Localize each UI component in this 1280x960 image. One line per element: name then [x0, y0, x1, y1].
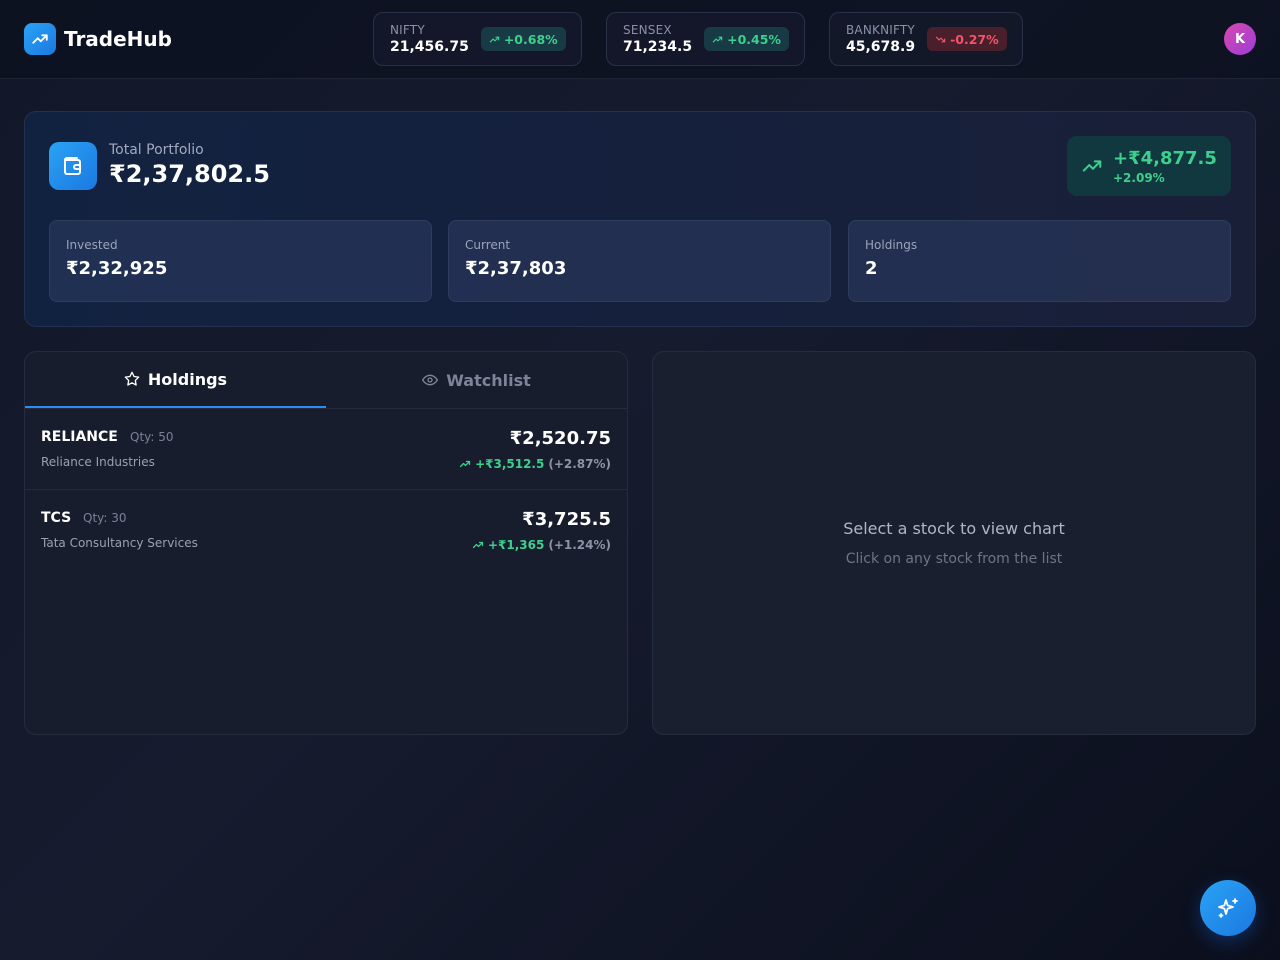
tab-holdings[interactable]: Holdings: [25, 352, 326, 408]
tab-watchlist[interactable]: Watchlist: [326, 352, 627, 408]
index-change: -0.27%: [950, 31, 999, 47]
brand-name: TradeHub: [64, 27, 172, 51]
portfolio-value: ₹2,37,802.5: [109, 160, 270, 188]
sparkles-icon: [1218, 898, 1238, 918]
avatar[interactable]: K: [1224, 23, 1256, 55]
stock-price: ₹2,520.75: [509, 428, 611, 449]
index-name: SENSEX: [623, 23, 672, 37]
stat-value: ₹2,37,803: [465, 258, 567, 279]
portfolio-gain-value: +₹4,877.5: [1113, 147, 1217, 169]
trending-up-icon: [1082, 160, 1102, 172]
index-name: BANKNIFTY: [846, 23, 915, 37]
trending-up-icon: [489, 36, 500, 42]
chart-panel: Select a stock to view chart Click on an…: [652, 351, 1256, 735]
top-header: TradeHub NIFTY 21,456.75 +0.68% SENSEX 7…: [0, 0, 1280, 79]
ai-assistant-button[interactable]: [1200, 880, 1256, 936]
wallet-icon: [49, 142, 97, 190]
chart-placeholder-subtitle: Click on any stock from the list: [845, 551, 1063, 567]
stat-value: ₹2,32,925: [66, 258, 168, 279]
stock-row-tcs[interactable]: TCS Qty: 30 Tata Consultancy Services ₹3…: [25, 490, 627, 571]
stock-change-percent: (+1.24%): [548, 538, 611, 552]
index-change: +0.68%: [503, 31, 558, 47]
trending-down-icon: [935, 36, 946, 42]
index-card-nifty[interactable]: NIFTY 21,456.75 +0.68%: [373, 12, 582, 66]
stock-quantity: Qty: 50: [130, 430, 174, 444]
stock-price: ₹3,725.5: [522, 509, 611, 530]
stat-card-holdings: Holdings 2: [848, 220, 1231, 302]
index-card-banknifty[interactable]: BANKNIFTY 45,678.9 -0.27%: [829, 12, 1023, 66]
stock-change: +₹3,512.5 (+2.87%): [459, 457, 611, 471]
tab-bar: Holdings Watchlist: [25, 352, 627, 409]
index-change-badge: -0.27%: [927, 27, 1007, 51]
index-change: +0.45%: [727, 31, 781, 47]
stat-card-invested: Invested ₹2,32,925: [49, 220, 432, 302]
stat-label: Holdings: [865, 238, 918, 252]
stock-quantity: Qty: 30: [83, 511, 127, 525]
tab-label: Watchlist: [446, 370, 531, 390]
stat-card-current: Current ₹2,37,803: [448, 220, 831, 302]
brand[interactable]: TradeHub: [24, 23, 172, 55]
stock-name: Reliance Industries: [41, 455, 155, 469]
index-card-sensex[interactable]: SENSEX 71,234.5 +0.45%: [606, 12, 805, 66]
stat-value: 2: [865, 258, 878, 279]
stock-row-reliance[interactable]: RELIANCE Qty: 50 Reliance Industries ₹2,…: [25, 409, 627, 490]
stat-label: Current: [465, 238, 511, 252]
tab-label: Holdings: [147, 369, 228, 389]
index-value: 21,456.75: [390, 39, 469, 55]
stock-change-percent: (+2.87%): [548, 457, 611, 471]
index-value: 45,678.9: [846, 39, 916, 55]
stat-label: Invested: [66, 238, 118, 252]
index-value: 71,234.5: [623, 39, 693, 55]
index-name: NIFTY: [390, 23, 425, 37]
trending-up-icon: [459, 460, 471, 468]
stock-name: Tata Consultancy Services: [41, 536, 198, 550]
stock-change: +₹1,365 (+1.24%): [472, 538, 611, 552]
stock-symbol: RELIANCE: [41, 429, 118, 445]
portfolio-gain-card: +₹4,877.5 +2.09%: [1067, 136, 1231, 196]
portfolio-summary-card: Total Portfolio ₹2,37,802.5 +₹4,877.5 +2…: [24, 111, 1256, 327]
index-change-badge: +0.45%: [704, 27, 789, 51]
eye-icon: [422, 374, 439, 386]
portfolio-gain-percent: +2.09%: [1113, 170, 1165, 185]
stock-change-amount: +₹3,512.5: [475, 457, 545, 471]
chart-placeholder-title: Select a stock to view chart: [843, 519, 1065, 538]
trending-up-icon: [24, 23, 56, 55]
holdings-panel: Holdings Watchlist RELIANCE Qty: 50 Reli…: [24, 351, 628, 735]
stock-symbol: TCS: [41, 510, 72, 526]
stock-change-amount: +₹1,365: [487, 538, 545, 552]
trending-up-icon: [472, 541, 484, 549]
trending-up-icon: [712, 36, 723, 42]
index-change-badge: +0.68%: [480, 27, 566, 51]
star-icon: [124, 371, 140, 386]
portfolio-label: Total Portfolio: [109, 142, 204, 158]
